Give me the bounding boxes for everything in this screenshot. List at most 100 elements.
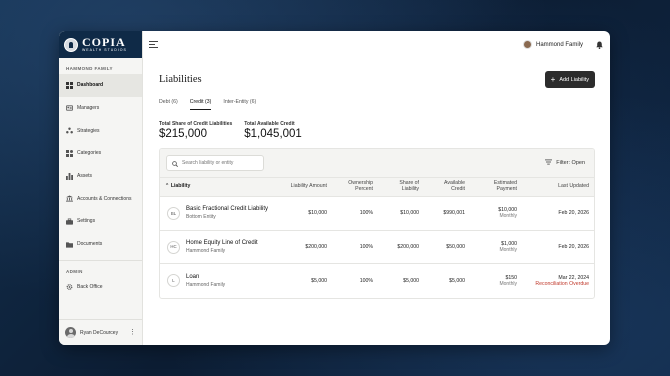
sidebar-item-managers[interactable]: Managers <box>59 97 142 120</box>
column-header-ownership-percent[interactable]: Ownership Percent <box>332 177 378 197</box>
available-credit: $5,000 <box>424 263 470 298</box>
tab-inter-entity[interactable]: Inter-Entity (6) <box>223 99 256 110</box>
sidebar-section-label: HAMMOND FAMILY <box>66 66 113 71</box>
sidebar-item-label: Accounts & Connections <box>77 195 132 202</box>
logo[interactable]: COPIA WEALTH STUDIOS <box>59 31 142 58</box>
filter-icon <box>545 159 553 167</box>
last-updated: Feb 20, 2026 <box>522 229 594 264</box>
page-title: Liabilities <box>159 74 202 85</box>
liabilities-table-card: Filter: Open ⌃ Liability Liability Amoun… <box>159 148 595 299</box>
liability-name: Basic Fractional Credit Liability <box>186 206 269 213</box>
sidebar-item-dashboard[interactable]: Dashboard <box>59 74 142 97</box>
tab-debt[interactable]: Debt (6) <box>159 99 178 110</box>
payment-frequency: Monthly <box>499 213 517 220</box>
ownership-percent: 100% <box>332 229 378 264</box>
admin-section-label: ADMIN <box>66 268 83 274</box>
grid-icon <box>66 149 73 157</box>
sidebar-item-label: Assets <box>77 173 93 180</box>
liability-amount: $10,000 <box>278 196 332 231</box>
column-header-last-updated[interactable]: Last Updated <box>522 177 594 197</box>
column-header-estimated-payment[interactable]: Estimated Payment <box>470 177 522 197</box>
toolbox-icon <box>66 218 73 225</box>
last-updated: Feb 20, 2026 <box>522 196 594 231</box>
sidebar-nav: Dashboard Managers Strategies Categories <box>59 74 142 256</box>
tab-credit[interactable]: Credit (3) <box>189 99 212 110</box>
liability-initials: L <box>167 274 180 288</box>
payment-frequency: Monthly <box>499 281 517 288</box>
user-name: Ryan DeCourcey <box>80 329 119 336</box>
family-avatar <box>522 40 532 49</box>
sidebar: COPIA WEALTH STUDIOS HAMMOND FAMILY Dash… <box>59 31 143 345</box>
reconciliation-overdue-status: Reconciliation Overdue <box>535 280 589 287</box>
summary: Total Share of Credit Liabilities $215,0… <box>159 121 595 140</box>
plus-icon: + <box>550 74 556 84</box>
sidebar-item-accounts[interactable]: Accounts & Connections <box>59 187 142 210</box>
sidebar-item-label: Strategies <box>77 127 100 134</box>
summary-total-share: Total Share of Credit Liabilities $215,0… <box>159 121 233 140</box>
sidebar-item-categories[interactable]: Categories <box>59 142 142 165</box>
share-of-liability: $10,000 <box>378 196 424 231</box>
folder-icon <box>66 241 73 248</box>
user-avatar <box>65 327 76 338</box>
liability-name: Loan <box>186 273 200 280</box>
share-of-liability: $5,000 <box>378 263 424 298</box>
app-window: COPIA WEALTH STUDIOS HAMMOND FAMILY Dash… <box>59 31 610 345</box>
sidebar-item-assets[interactable]: Assets <box>59 165 142 188</box>
filter-button[interactable]: Filter: Open <box>545 159 588 167</box>
ownership-percent: 100% <box>332 196 378 231</box>
column-header-available-credit[interactable]: Available Credit <box>424 177 470 197</box>
liability-owner: Hammond Family <box>186 282 226 289</box>
sidebar-item-label: Categories <box>77 150 102 157</box>
sidebar-item-settings[interactable]: Settings <box>59 210 142 233</box>
column-header-liability[interactable]: ⌃ Liability <box>160 177 278 197</box>
liability-initials: BL <box>167 206 180 220</box>
table-row[interactable]: HC Home Equity Line of Credit Hammond Fa… <box>160 229 594 264</box>
search-icon <box>172 154 179 172</box>
sidebar-item-label: Managers <box>77 105 100 112</box>
user-profile[interactable]: Ryan DeCourcey ⋮ <box>59 319 142 345</box>
table-toolbar: Filter: Open <box>160 149 594 177</box>
sidebar-item-label: Settings <box>77 218 96 225</box>
liability-name: Home Equity Line of Credit <box>186 239 258 246</box>
main-content: Hammond Family Liabilities + Add Liabili… <box>143 31 610 345</box>
available-credit: $990,001 <box>424 196 470 231</box>
bar-chart-icon <box>66 172 73 180</box>
collapse-sidebar-icon[interactable] <box>149 41 158 48</box>
sidebar-item-back-office[interactable]: Back Office <box>59 276 142 299</box>
family-name: Hammond Family <box>535 41 583 48</box>
topbar: Hammond Family <box>143 31 610 58</box>
more-options-icon[interactable]: ⋮ <box>129 329 136 336</box>
family-switcher[interactable]: Hammond Family <box>522 40 603 49</box>
logo-seal-icon <box>64 37 78 52</box>
sidebar-item-label: Documents <box>77 241 103 248</box>
bell-icon[interactable] <box>596 41 603 49</box>
sort-up-icon: ⌃ <box>165 183 170 190</box>
sidebar-item-documents[interactable]: Documents <box>59 233 142 256</box>
summary-available-credit: Total Available Credit $1,045,001 <box>244 121 302 140</box>
add-liability-button[interactable]: + Add Liability <box>544 71 595 88</box>
table-row[interactable]: L Loan Hammond Family $5,000 100% $5,000 <box>160 263 594 298</box>
share-of-liability: $200,000 <box>378 229 424 264</box>
page: Liabilities + Add Liability Debt (6) Cre… <box>143 58 610 299</box>
sidebar-item-strategies[interactable]: Strategies <box>59 119 142 142</box>
bank-icon <box>66 195 73 202</box>
ownership-percent: 100% <box>332 263 378 298</box>
tab-bar: Debt (6) Credit (3) Inter-Entity (6) <box>159 99 595 110</box>
search-box[interactable] <box>166 155 264 171</box>
liabilities-table: ⌃ Liability Liability Amount Ownership P… <box>160 177 594 298</box>
dashboard-icon <box>66 81 73 89</box>
gear-icon <box>66 283 73 290</box>
search-input[interactable] <box>182 160 262 166</box>
nodes-icon <box>66 127 73 134</box>
table-row[interactable]: BL Basic Fractional Credit Liability Bot… <box>160 196 594 231</box>
sidebar-item-label: Back Office <box>77 283 103 290</box>
id-card-icon <box>66 105 73 112</box>
sidebar-divider <box>59 259 142 261</box>
liability-initials: HC <box>167 240 180 254</box>
logo-wordmark: COPIA <box>82 35 126 50</box>
liability-owner: Hammond Family <box>186 248 226 255</box>
column-header-liability-amount[interactable]: Liability Amount <box>278 177 332 197</box>
column-header-share-of-liability[interactable]: Share of Liability <box>378 177 424 197</box>
liability-owner: Bottom Entity <box>186 214 216 221</box>
liability-amount: $200,000 <box>278 229 332 264</box>
